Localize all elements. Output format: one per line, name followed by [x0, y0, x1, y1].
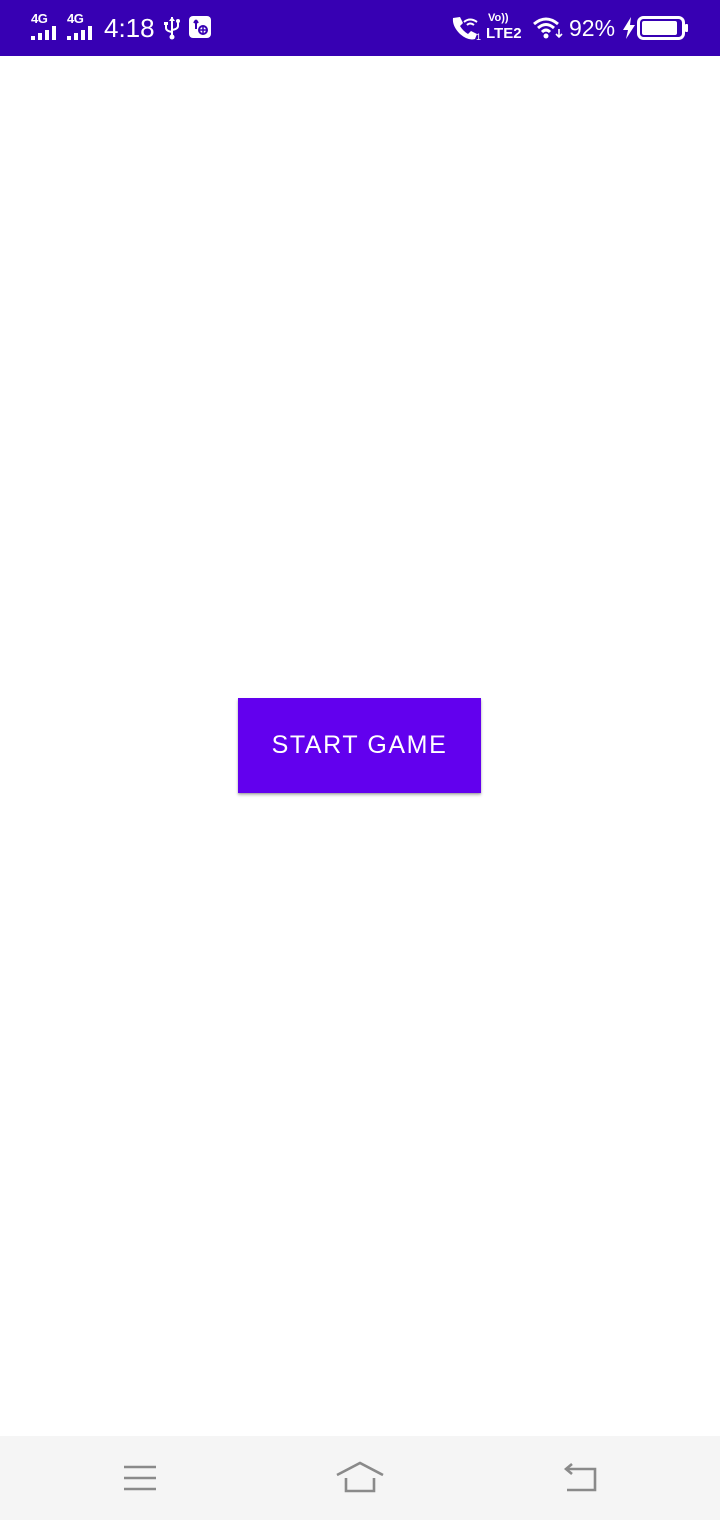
usb-icon [164, 17, 180, 40]
nav-back-button[interactable] [519, 1436, 639, 1520]
signal-1-label: 4G [31, 11, 48, 26]
menu-icon [124, 1465, 156, 1491]
signal-1: 4G [31, 12, 61, 40]
nav-home-button[interactable] [300, 1436, 420, 1520]
volte-indicator: Vo)) LTE2 [486, 12, 526, 44]
home-icon [336, 1461, 384, 1493]
svg-text:1: 1 [476, 32, 481, 42]
nav-menu-button[interactable] [80, 1436, 200, 1520]
volte-top-label: Vo)) [488, 12, 509, 24]
start-game-button[interactable]: START GAME [238, 698, 481, 793]
status-time: 4:18 [104, 13, 155, 43]
signal-bars-icon [31, 26, 56, 40]
usb-debugging-icon [189, 16, 211, 38]
back-icon [563, 1463, 597, 1492]
signal-2-label: 4G [67, 11, 84, 26]
battery-icon [637, 16, 688, 40]
signal-2: 4G [67, 12, 97, 40]
navigation-bar [0, 1436, 720, 1520]
status-bar: 4G 4G 4:18 1 Vo)) LTE2 92% [0, 0, 720, 56]
signal-bars-icon [67, 26, 92, 40]
battery-percent: 92% [569, 15, 616, 41]
wifi-icon [533, 17, 563, 39]
volte-bottom-label: LTE2 [486, 25, 522, 42]
wifi-calling-icon: 1 [452, 17, 481, 42]
charging-bolt-icon [623, 17, 635, 39]
